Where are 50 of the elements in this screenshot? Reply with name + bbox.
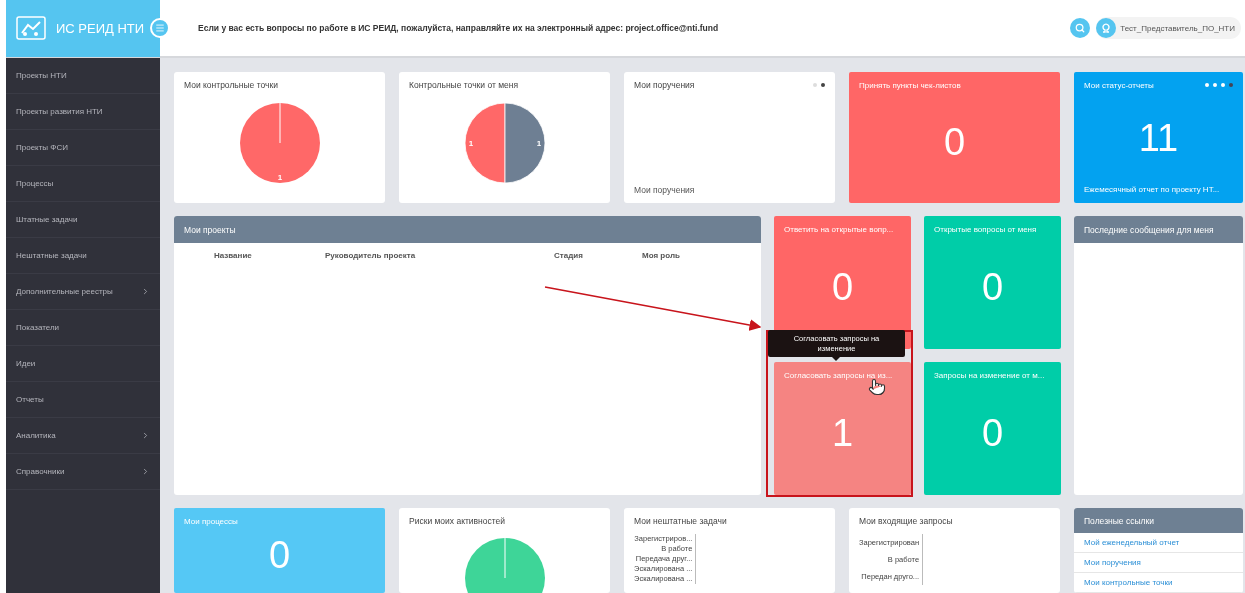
column-header[interactable]: Моя роль <box>642 251 742 260</box>
panel-header: Полезные ссылки <box>1074 508 1243 533</box>
pager-dot[interactable] <box>1213 83 1217 87</box>
data-label: 1 <box>536 138 541 148</box>
link[interactable]: Мои контрольные точки <box>1074 573 1243 593</box>
tile-footer: Ежемесячный отчет по проекту НТ... <box>1084 185 1233 194</box>
pager-dot[interactable] <box>1229 83 1233 87</box>
card-title: Контрольные точки от меня <box>409 80 519 90</box>
tile-count: 0 <box>943 123 966 161</box>
notice-text: Если у вас есть вопросы по работе в ИС РЕИД, пожалуйста, направляйте их на электронный адрес: project.office@nti.fund <box>198 23 720 33</box>
app-title: ИС РЕИД НТИ <box>56 20 145 36</box>
tile-title: Согласовать запросы на из... <box>784 371 893 380</box>
link[interactable]: Мой еженедельный отчет <box>1074 533 1243 553</box>
user-icon <box>1096 18 1117 38</box>
card-title: Мои входящие запросы <box>859 516 953 526</box>
data-label: 1 <box>468 138 473 148</box>
column-header[interactable]: Стадия <box>554 251 642 260</box>
column-header[interactable]: Руководитель проекта <box>325 251 554 260</box>
tile-count: 0 <box>981 414 1004 452</box>
tile-title: Ответить на открытые вопр... <box>784 225 894 234</box>
tile-title: Запросы на изменение от м... <box>934 371 1045 380</box>
tile-count: 0 <box>831 268 854 306</box>
card-title: Риски моих активностей <box>409 516 506 526</box>
pager-dot[interactable] <box>1221 83 1225 87</box>
user-menu[interactable]: Тест_Представитель_ПО_НТИ <box>1096 17 1241 39</box>
tile-title: Принять пункты чек-листов <box>859 81 961 90</box>
menu-button[interactable] <box>150 18 170 38</box>
data-label: 1 <box>277 172 282 182</box>
card-title: Мои нештатные задачи <box>634 516 727 526</box>
card-footer: Мои поручения <box>634 185 825 195</box>
logo-icon <box>16 16 46 40</box>
tile-title: Мои процессы <box>184 517 238 526</box>
tile-count: 11 <box>1138 118 1179 157</box>
search-icon <box>1075 23 1086 33</box>
tile-title: Открытые вопросы от меня <box>934 225 1037 234</box>
panel-header: Мои проекты <box>174 216 761 243</box>
pager-dot[interactable] <box>1205 83 1209 87</box>
column-header[interactable]: Название <box>214 251 325 260</box>
search-button[interactable] <box>1070 18 1091 38</box>
tile-count: 1 <box>831 414 854 452</box>
link[interactable]: Мои поручения <box>1074 553 1243 573</box>
tile-title: Мои статус-отчеты <box>1084 81 1154 90</box>
tile-count: 0 <box>981 268 1004 306</box>
pager-dot[interactable] <box>813 83 817 87</box>
tile-count: 0 <box>268 536 291 574</box>
card-title: Мои поручения <box>634 80 695 90</box>
menu-icon <box>155 23 165 33</box>
panel-header: Последние сообщения для меня <box>1074 216 1243 243</box>
pager-dot[interactable] <box>821 83 825 87</box>
card-title: Мои контрольные точки <box>184 80 278 90</box>
